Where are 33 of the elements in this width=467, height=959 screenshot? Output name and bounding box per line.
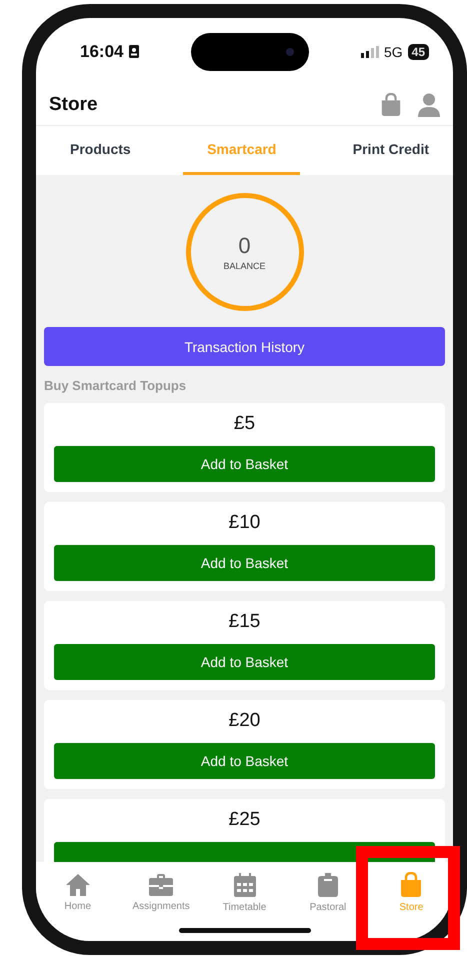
add-to-basket-button[interactable]: Add to Basket bbox=[54, 446, 435, 482]
price-label: £5 bbox=[234, 413, 256, 435]
tab-bar-item[interactable]: Pastoral bbox=[286, 862, 370, 922]
price-label: £10 bbox=[228, 512, 260, 534]
shopping-bag-icon bbox=[399, 872, 424, 898]
battery-level: 45 bbox=[408, 44, 429, 60]
page-title: Store bbox=[49, 94, 98, 116]
balance-label: BALANCE bbox=[223, 261, 266, 271]
contact-card-icon bbox=[129, 45, 140, 58]
add-to-basket-button[interactable]: Add to Basket bbox=[54, 545, 435, 581]
shopping-bag-icon[interactable] bbox=[380, 93, 402, 117]
tab-bar-item[interactable]: Timetable bbox=[202, 862, 286, 922]
tab[interactable]: Print Credit bbox=[328, 126, 453, 175]
briefcase-icon bbox=[148, 872, 174, 896]
user-icon[interactable] bbox=[418, 93, 440, 117]
add-to-basket-button[interactable]: Add to Basket bbox=[54, 644, 435, 680]
status-time: 16:04 bbox=[80, 42, 124, 62]
signal-icon bbox=[360, 46, 379, 58]
transaction-history-button[interactable]: Transaction History bbox=[44, 327, 445, 366]
tab[interactable]: Products bbox=[46, 126, 155, 175]
tab-bar-item[interactable]: Home bbox=[36, 862, 120, 922]
clipboard-icon bbox=[316, 872, 339, 898]
add-to-basket-button[interactable]: Add to Basket bbox=[54, 743, 435, 779]
tab-bar-item[interactable]: Assignments bbox=[119, 862, 203, 922]
balance-amount: 0 bbox=[238, 233, 251, 259]
price-label: £15 bbox=[228, 611, 260, 633]
network-label: 5G bbox=[384, 44, 403, 60]
camera-icon bbox=[285, 46, 296, 56]
home-icon bbox=[64, 872, 91, 896]
price-label: £20 bbox=[228, 710, 260, 732]
price-label: £25 bbox=[228, 809, 260, 831]
calendar-icon bbox=[232, 872, 257, 898]
section-heading: Buy Smartcard Topups bbox=[44, 378, 188, 394]
